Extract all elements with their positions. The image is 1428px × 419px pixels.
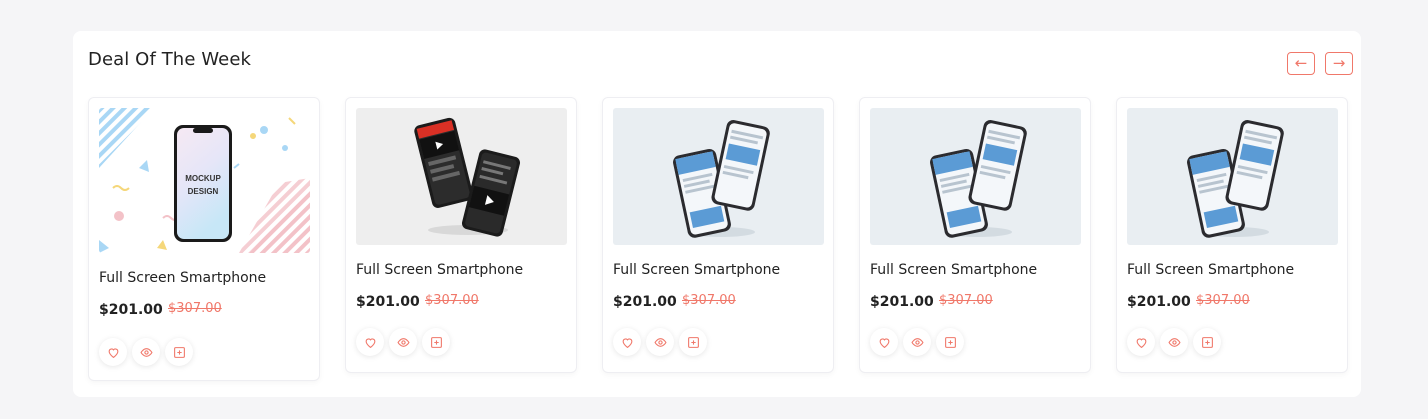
product-old-price: $307.00 bbox=[939, 293, 993, 308]
product-price: $201.00 bbox=[870, 294, 934, 310]
heart-icon bbox=[1136, 337, 1146, 348]
deal-of-the-week-panel: Deal Of The Week ← → MOCKUP DESIGN Full … bbox=[73, 31, 1361, 397]
plus-square-icon bbox=[1201, 336, 1213, 348]
wishlist-button[interactable] bbox=[613, 328, 641, 356]
product-image[interactable] bbox=[356, 108, 567, 245]
product-price: $201.00 bbox=[356, 294, 420, 310]
wishlist-button[interactable] bbox=[99, 338, 127, 366]
quick-view-button[interactable] bbox=[646, 328, 674, 356]
product-old-price: $307.00 bbox=[1196, 293, 1250, 308]
heart-icon bbox=[622, 337, 632, 348]
mockup-text-1: MOCKUP bbox=[185, 174, 221, 183]
product-image[interactable]: MOCKUP DESIGN bbox=[99, 108, 310, 253]
product-title[interactable]: Full Screen Smartphone bbox=[356, 262, 523, 278]
product-actions bbox=[870, 328, 964, 356]
product-old-price: $307.00 bbox=[168, 301, 222, 316]
heart-icon bbox=[108, 347, 118, 358]
wishlist-button[interactable] bbox=[1127, 328, 1155, 356]
compare-button[interactable] bbox=[679, 328, 707, 356]
product-title[interactable]: Full Screen Smartphone bbox=[99, 270, 266, 286]
product-actions bbox=[99, 338, 193, 366]
arrow-right-icon: → bbox=[1332, 54, 1346, 72]
wishlist-button[interactable] bbox=[870, 328, 898, 356]
compare-button[interactable] bbox=[422, 328, 450, 356]
plus-square-icon bbox=[430, 336, 442, 348]
product-image[interactable] bbox=[1127, 108, 1338, 245]
heart-icon bbox=[365, 337, 375, 348]
product-image[interactable] bbox=[613, 108, 824, 245]
quick-view-button[interactable] bbox=[903, 328, 931, 356]
product-card[interactable]: Full Screen Smartphone $201.00 $307.00 bbox=[602, 97, 834, 373]
product-card[interactable]: Full Screen Smartphone $201.00 $307.00 bbox=[345, 97, 577, 373]
product-actions bbox=[356, 328, 450, 356]
quick-view-button[interactable] bbox=[132, 338, 160, 366]
product-actions bbox=[1127, 328, 1221, 356]
eye-icon bbox=[1167, 337, 1181, 347]
product-title[interactable]: Full Screen Smartphone bbox=[870, 262, 1037, 278]
product-actions bbox=[613, 328, 707, 356]
section-title: Deal Of The Week bbox=[88, 49, 252, 70]
plus-square-icon bbox=[687, 336, 699, 348]
product-card[interactable]: MOCKUP DESIGN Full Screen Smartphone $20… bbox=[88, 97, 320, 381]
product-price: $201.00 bbox=[1127, 294, 1191, 310]
product-title[interactable]: Full Screen Smartphone bbox=[613, 262, 780, 278]
product-title[interactable]: Full Screen Smartphone bbox=[1127, 262, 1294, 278]
plus-square-icon bbox=[173, 346, 185, 358]
plus-square-icon bbox=[944, 336, 956, 348]
wishlist-button[interactable] bbox=[356, 328, 384, 356]
product-price: $201.00 bbox=[99, 302, 163, 318]
product-image[interactable] bbox=[870, 108, 1081, 245]
product-old-price: $307.00 bbox=[682, 293, 736, 308]
quick-view-button[interactable] bbox=[1160, 328, 1188, 356]
arrow-left-icon: ← bbox=[1294, 54, 1308, 72]
compare-button[interactable] bbox=[165, 338, 193, 366]
carousel-next-button[interactable]: → bbox=[1325, 52, 1353, 75]
eye-icon bbox=[653, 337, 667, 347]
quick-view-button[interactable] bbox=[389, 328, 417, 356]
product-card[interactable]: Full Screen Smartphone $201.00 $307.00 bbox=[859, 97, 1091, 373]
heart-icon bbox=[879, 337, 889, 348]
eye-icon bbox=[910, 337, 924, 347]
carousel-prev-button[interactable]: ← bbox=[1287, 52, 1315, 75]
product-price: $201.00 bbox=[613, 294, 677, 310]
compare-button[interactable] bbox=[936, 328, 964, 356]
mockup-text-2: DESIGN bbox=[188, 187, 219, 196]
eye-icon bbox=[139, 347, 153, 357]
product-card[interactable]: Full Screen Smartphone $201.00 $307.00 bbox=[1116, 97, 1348, 373]
product-old-price: $307.00 bbox=[425, 293, 479, 308]
eye-icon bbox=[396, 337, 410, 347]
compare-button[interactable] bbox=[1193, 328, 1221, 356]
